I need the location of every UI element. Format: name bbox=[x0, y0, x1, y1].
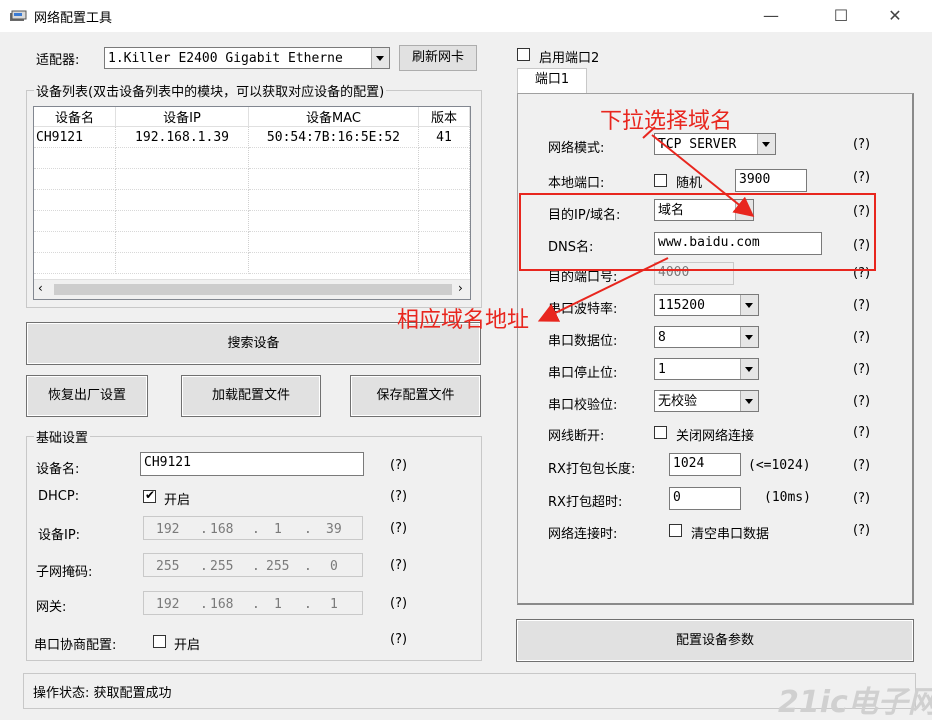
annotation-arrows bbox=[537, 126, 755, 322]
arrow-to-dropdown bbox=[651, 134, 755, 218]
app-window: 网络配置工具 — ☐ ✕ 适配器: 1.Killer E2400 Gigabit… bbox=[0, 0, 932, 720]
arrow-to-address bbox=[537, 257, 669, 322]
watermark: 21ic电子网 bbox=[778, 685, 932, 720]
